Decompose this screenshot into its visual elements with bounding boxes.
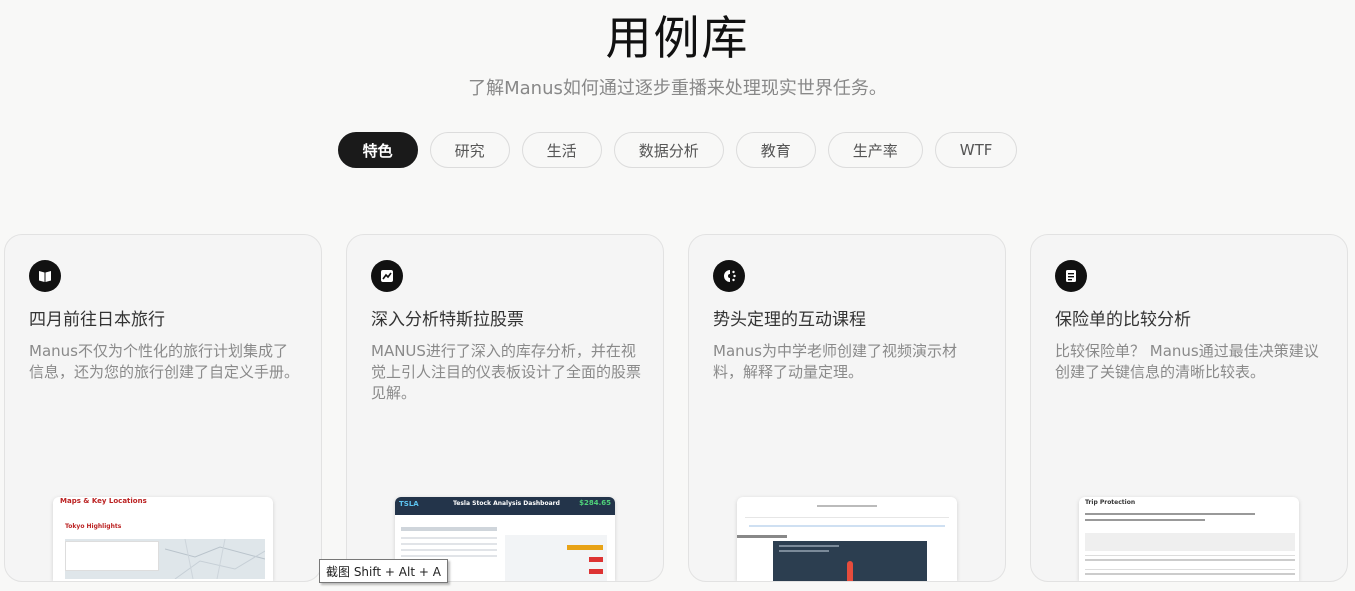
use-case-card-japan-trip[interactable]: 四月前往日本旅行 Manus不仅为个性化的旅行计划集成了信息，还为您的旅行创建了… [4,234,322,582]
category-tabs: 特色 研究 生活 数据分析 教育 生产率 WTF [0,132,1355,168]
card-description: Manus为中学老师创建了视频演示材料，解释了动量定理。 [713,342,957,381]
dashboard-header: TSLA Tesla Stock Analysis Dashboard $284… [395,497,615,515]
tab-data-analysis[interactable]: 数据分析 [613,132,724,168]
document-icon [1055,260,1087,292]
card-title: 深入分析特斯拉股票 [371,310,524,330]
map-preview [65,539,265,579]
card-description: 比较保险单？ Manus通过最佳决策建议创建了关键信息的清晰比较表。 [1055,342,1319,381]
card-description: Manus不仅为个性化的旅行计划集成了信息，还为您的旅行创建了自定义手册。 [29,342,300,381]
card-title: 四月前往日本旅行 [29,310,165,330]
card-preview-image: Maps & Key Locations Tokyo Highlights [53,497,273,581]
card-title: 保险单的比较分析 [1055,310,1191,330]
tab-wtf[interactable]: WTF [934,132,1018,168]
page-subtitle: 了解Manus如何通过逐步重播来处理现实世界任务。 [468,78,887,99]
screenshot-shortcut-tooltip: 截图 Shift + Alt + A [319,559,448,583]
ticker-symbol: TSLA [399,500,419,508]
card-title: 势头定理的互动课程 [713,310,866,330]
card-description: MANUS进行了深入的库存分析，并在视觉上引人注目的仪表板设计了全面的股票见解。 [371,342,642,402]
dashboard-title: Tesla Stock Analysis Dashboard [453,500,560,507]
metrics-panel [505,535,607,581]
tab-education[interactable]: 教育 [735,132,816,168]
use-case-card-insurance-comparison[interactable]: 保险单的比较分析 比较保险单？ Manus通过最佳决策建议创建了关键信息的清晰比… [1030,234,1348,582]
preview-heading: Maps & Key Locations [60,497,147,505]
tab-life[interactable]: 生活 [521,132,602,168]
preview-heading: Trip Protection [1085,499,1136,506]
stock-price: $284.65 [579,499,611,507]
momentum-icon [713,260,745,292]
tab-productivity[interactable]: 生产率 [827,132,923,168]
preview-subheading: Tokyo Highlights [65,523,122,530]
tab-featured[interactable]: 特色 [337,132,418,168]
tab-research[interactable]: 研究 [429,132,510,168]
card-preview-image: Trip Protection [1079,497,1299,581]
chart-icon [371,260,403,292]
simulation-preview [773,541,927,581]
card-preview-image [737,497,957,581]
book-icon [29,260,61,292]
use-case-card-momentum-course[interactable]: 势头定理的互动课程 Manus为中学老师创建了视频演示材料，解释了动量定理。 [688,234,1006,582]
use-case-card-tesla-stock[interactable]: 深入分析特斯拉股票 MANUS进行了深入的库存分析，并在视觉上引人注目的仪表板设… [346,234,664,582]
page-title: 用例库 [605,11,750,65]
